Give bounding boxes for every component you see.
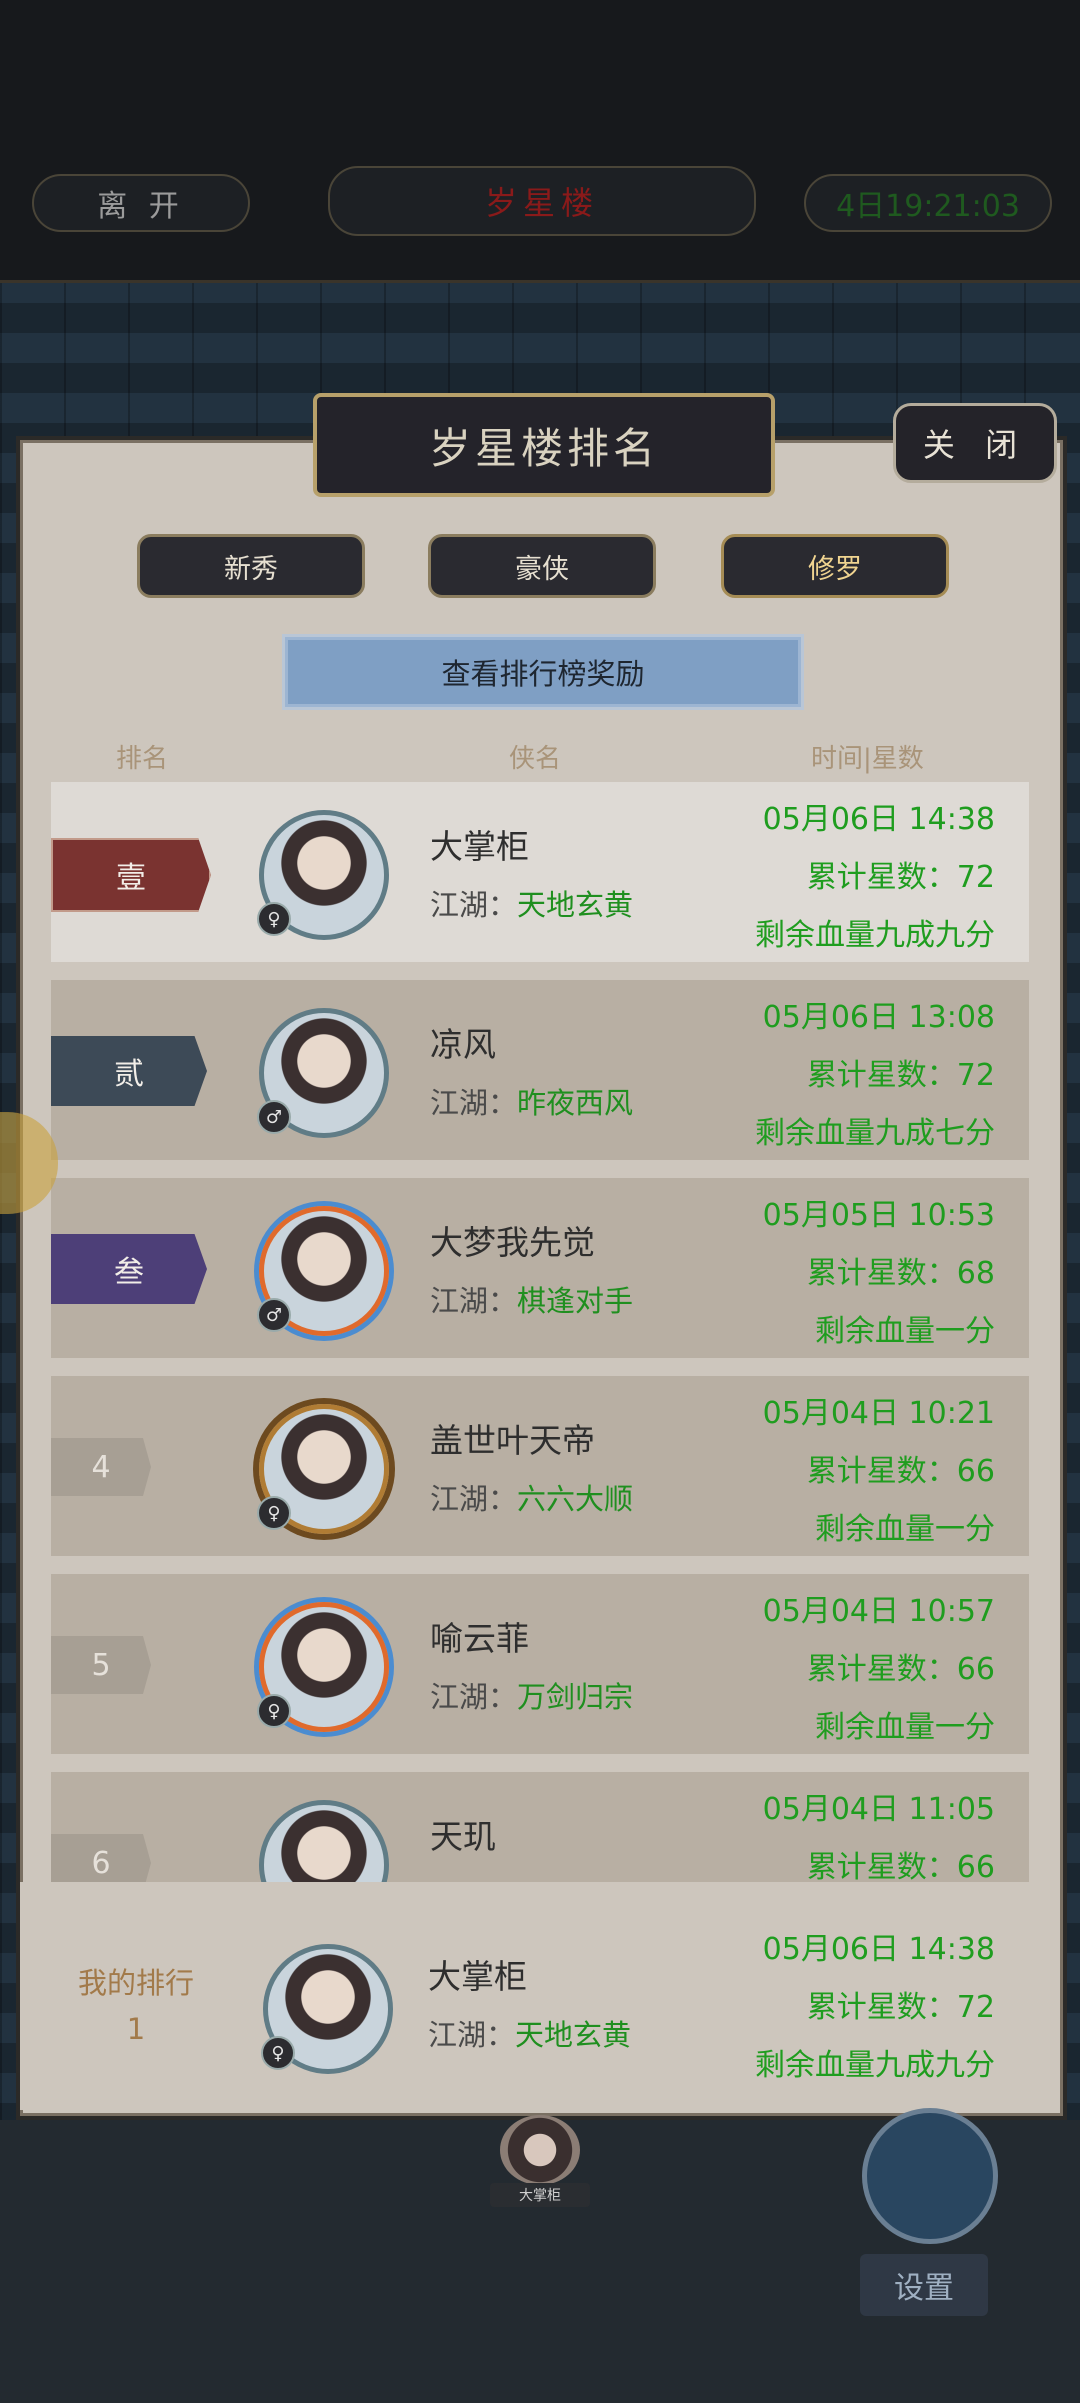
remaining-hp: 剩余血量九成七分 [755,1116,995,1151]
star-count: 累计星数：66 [806,1454,995,1489]
player-name: 凉风 [430,1025,496,1064]
leave-button[interactable]: 离 开 [32,174,250,232]
rank-number: 6 [51,1834,151,1882]
my-rank-label: 我的排行 1 [56,1960,216,2052]
my-rank-row: 我的排行 1 ♀ 大掌柜 江湖：天地玄黄 05月06日 14:38 累计星数：72… [20,1882,1057,2110]
record-time: 05月06日 13:08 [762,1000,995,1035]
female-icon: ♀ [261,2036,295,2070]
player-name: 喻云菲 [430,1619,529,1658]
guild-name: 六六大顺 [517,1482,634,1516]
player-name: 大梦我先觉 [430,1223,595,1262]
guild-name: 棋逢对手 [517,1284,634,1318]
player-name: 盖世叶天帝 [430,1421,595,1460]
remaining-hp: 剩余血量九成九分 [755,2048,995,2083]
record-time: 05月05日 10:53 [762,1198,995,1233]
guild-label: 江湖：天地玄黄 [430,888,634,922]
column-time-stars: 时间|星数 [811,744,924,774]
star-count: 累计星数：72 [806,1990,995,2025]
tab-newcomer[interactable]: 新秀 [137,534,365,598]
remaining-hp: 剩余血量九成九分 [755,918,995,953]
record-time: 05月04日 10:57 [762,1594,995,1629]
female-icon: ♀ [257,1496,291,1530]
sword-skill-icon[interactable] [862,2108,998,2244]
male-icon: ♂ [257,1100,291,1134]
female-icon: ♀ [257,1694,291,1728]
avatar[interactable] [259,1800,389,1882]
record-time: 05月04日 11:05 [762,1792,995,1827]
ranking-list[interactable]: 壹 ♀ 大掌柜 江湖：天地玄黄 05月06日 14:38 累计星数：72 剩余血… [51,782,1029,1882]
male-icon: ♂ [257,1298,291,1332]
table-row[interactable]: 4 ♀ 盖世叶天帝 江湖：六六大顺 05月04日 10:21 累计星数：66 剩… [51,1376,1029,1556]
guild-label: 江湖：万剑归宗 [430,1680,634,1714]
settings-button[interactable]: 设置 [860,2254,988,2316]
guild-label: 江湖：天地玄黄 [428,2018,632,2052]
remaining-hp: 剩余血量一分 [815,1710,995,1745]
game-time: 4日19:21:03 [804,174,1052,232]
guild-name: 天地玄黄 [517,888,634,922]
player-character-label: 大掌柜 [490,2183,590,2207]
remaining-hp: 剩余血量一分 [815,1512,995,1547]
rank-number: 4 [51,1438,151,1496]
close-button[interactable]: 关 闭 [893,403,1057,483]
star-count: 累计星数：68 [806,1256,995,1291]
rank-number: 5 [51,1636,151,1694]
tab-hero[interactable]: 豪侠 [428,534,656,598]
player-name: 大掌柜 [430,827,529,866]
guild-name: 昨夜西风 [517,1086,634,1120]
record-time: 05月04日 10:21 [762,1396,995,1431]
table-row[interactable]: 壹 ♀ 大掌柜 江湖：天地玄黄 05月06日 14:38 累计星数：72 剩余血… [51,782,1029,962]
record-time: 05月06日 14:38 [762,802,995,837]
player-name: 天玑 [430,1817,496,1856]
table-row[interactable]: 5 ♀ 喻云菲 江湖：万剑归宗 05月04日 10:57 累计星数：66 剩余血… [51,1574,1029,1754]
top-bar: 离 开 岁星楼 4日19:21:03 [0,0,1080,283]
female-icon: ♀ [257,902,291,936]
star-count: 累计星数：72 [806,860,995,895]
rank-medal: 叁 [51,1234,207,1304]
remaining-hp: 剩余血量一分 [815,1314,995,1349]
my-rank-value: 1 [126,2012,146,2046]
table-row[interactable]: 叁 ♂ 大梦我先觉 江湖：棋逢对手 05月05日 10:53 累计星数：68 剩… [51,1178,1029,1358]
table-row[interactable]: 贰 ♂ 凉风 江湖：昨夜西风 05月06日 13:08 累计星数：72 剩余血量… [51,980,1029,1160]
guild-label: 江湖：棋逢对手 [430,1284,634,1318]
guild-name: 天地玄黄 [515,2018,632,2052]
guild-name: 万剑归宗 [517,1680,634,1714]
record-time: 05月06日 14:38 [762,1932,995,1967]
rank-medal: 贰 [51,1036,207,1106]
rank-medal: 壹 [51,838,211,912]
view-rewards-button[interactable]: 查看排行榜奖励 [282,634,804,710]
column-rank: 排名 [116,744,169,774]
player-character[interactable] [500,2115,580,2185]
star-count: 累计星数：66 [806,1850,995,1882]
player-name: 大掌柜 [428,1957,527,1996]
table-row[interactable]: 6 天玑 05月04日 11:05 累计星数：66 [51,1772,1029,1882]
star-count: 累计星数：66 [806,1652,995,1687]
location-title: 岁星楼 [328,166,756,236]
star-count: 累计星数：72 [806,1058,995,1093]
panel-title: 岁星楼排名 [313,393,775,497]
guild-label: 江湖：昨夜西风 [430,1086,634,1120]
guild-label: 江湖：六六大顺 [430,1482,634,1516]
tab-asura[interactable]: 修罗 [721,534,949,598]
column-name: 侠名 [509,744,562,774]
